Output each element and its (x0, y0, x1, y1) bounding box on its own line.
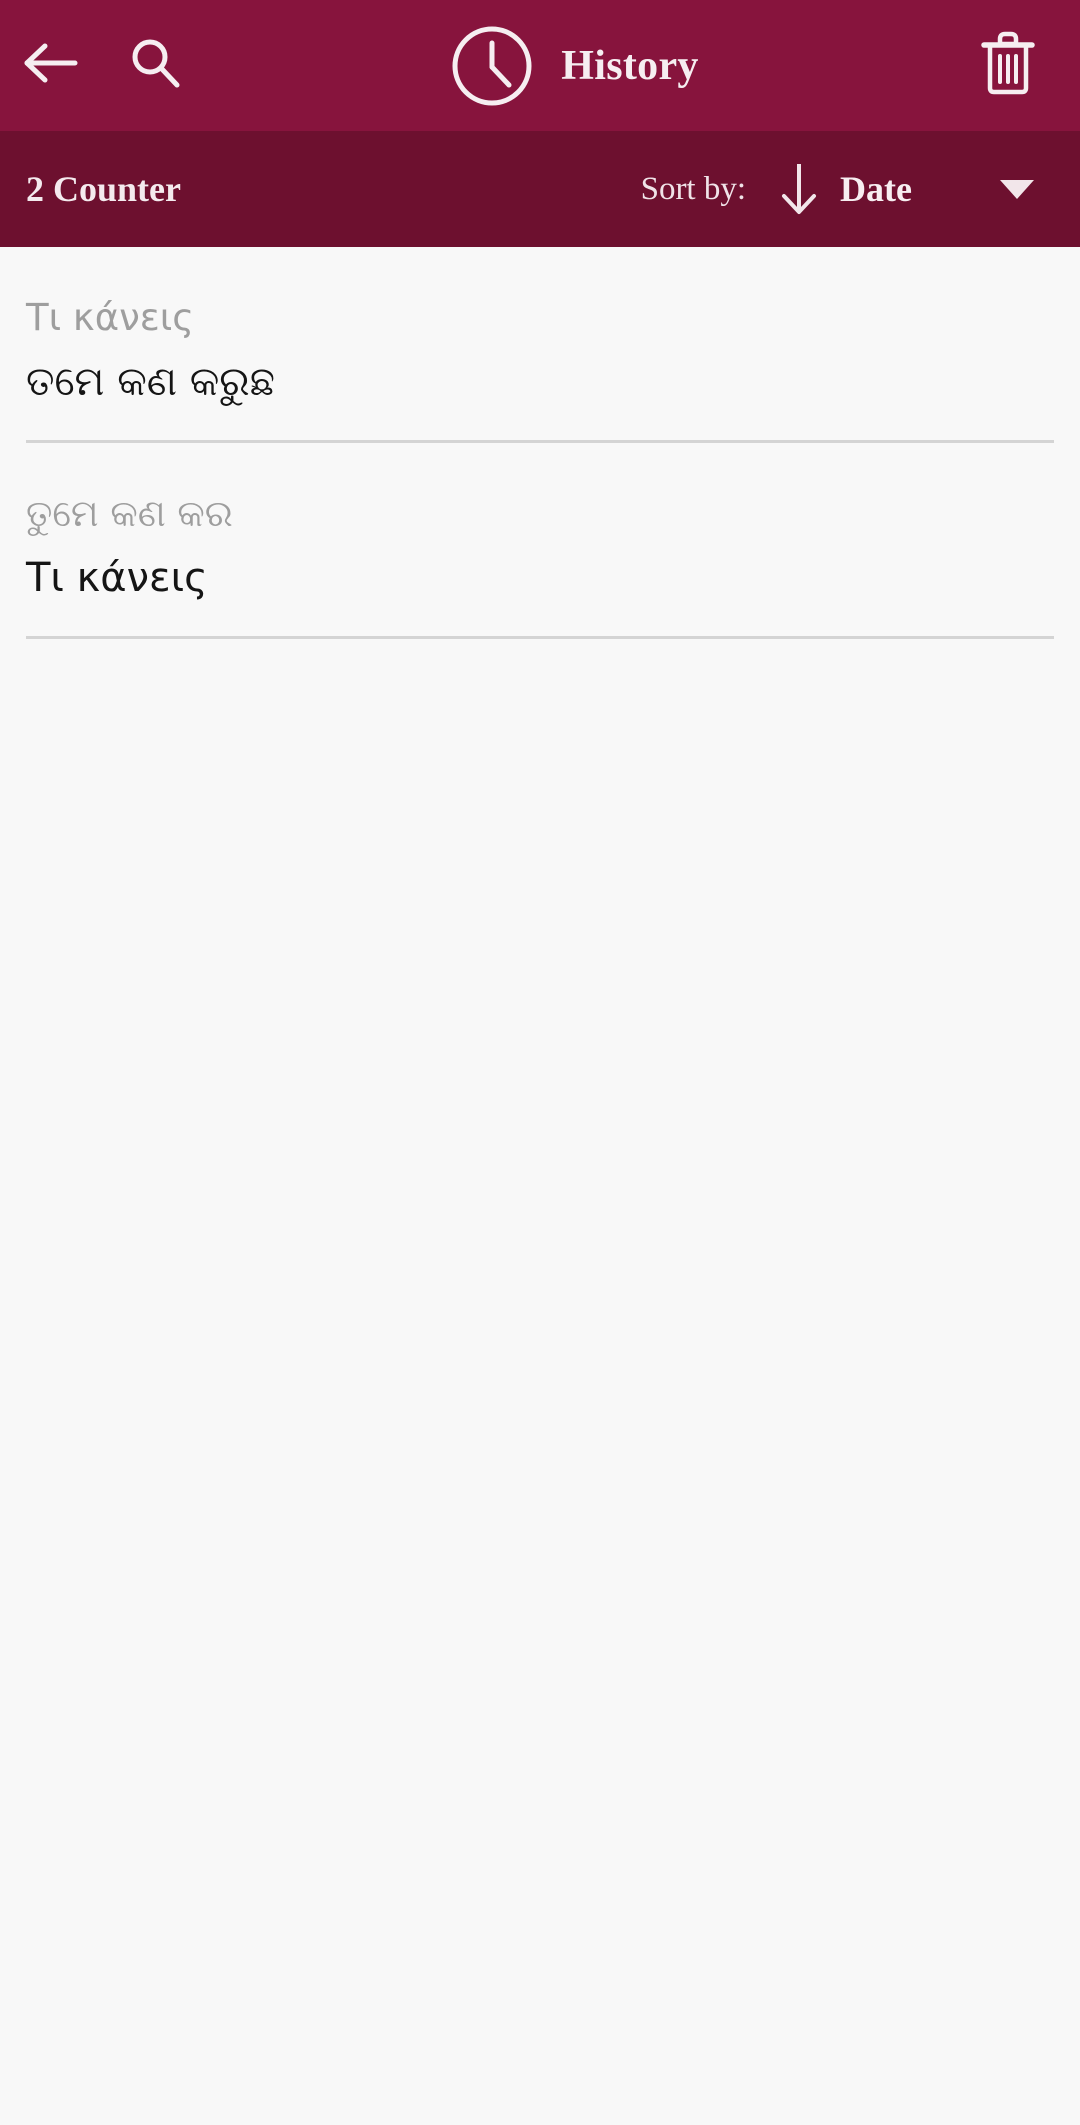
arrow-left-icon (23, 40, 79, 91)
trash-icon (979, 30, 1037, 101)
page-title: History (561, 42, 699, 89)
history-list: Τι κάνεις ତମେ କଣ କରୁଛ ତୁମେ କଣ କର Τι κάνε… (0, 247, 1080, 639)
search-icon (127, 35, 183, 96)
caret-down-icon[interactable] (1000, 179, 1034, 199)
list-item[interactable]: Τι κάνεις ତମେ କଣ କରୁଛ (0, 247, 1080, 440)
list-divider (26, 636, 1054, 639)
arrow-down-icon[interactable] (772, 159, 826, 219)
sort-by-label: Sort by: (640, 170, 747, 207)
app-bar: History (0, 0, 1080, 131)
history-source-text: ତୁମେ କଣ କର (26, 492, 233, 535)
app-bar-title-group: History (188, 23, 960, 109)
history-source-text: Τι κάνεις (26, 296, 194, 339)
list-item[interactable]: ତୁମେ କଣ କର Τι κάνεις (0, 443, 1080, 636)
sort-field-value[interactable]: Date (840, 168, 912, 210)
back-button[interactable] (8, 0, 94, 131)
sort-controls[interactable]: Sort by: Date (641, 159, 1034, 219)
counter-label: 2 Counter (26, 169, 181, 209)
search-button[interactable] (112, 0, 198, 131)
clear-history-button[interactable] (960, 0, 1056, 131)
sort-bar: 2 Counter Sort by: Date (0, 131, 1080, 247)
history-target-text: Τι κάνεις (26, 555, 208, 601)
history-target-text: ତମେ କଣ କରୁଛ (26, 359, 275, 405)
history-screen: History 2 Counter Sort by: Date Τι κάνει… (0, 0, 1080, 2125)
clock-icon (449, 23, 535, 109)
